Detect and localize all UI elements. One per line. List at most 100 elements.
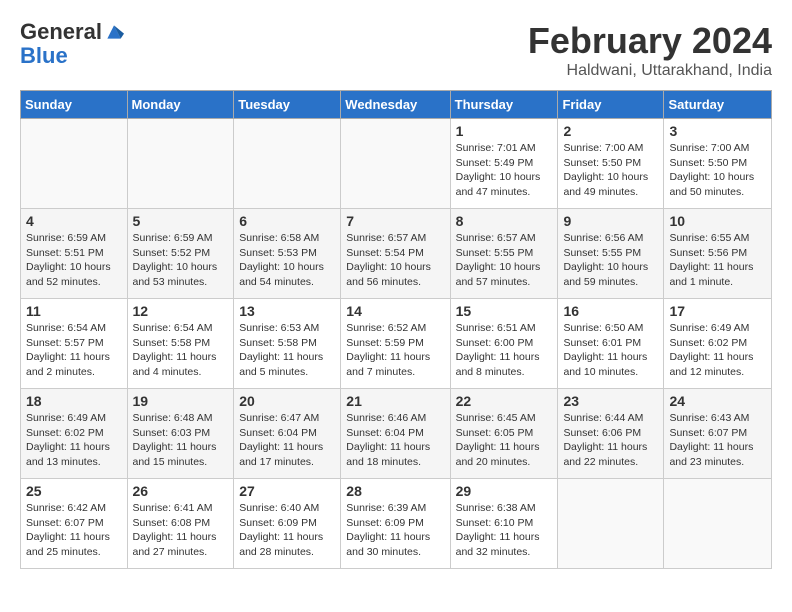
day-detail: Sunrise: 6:53 AMSunset: 5:58 PMDaylight:…: [239, 321, 335, 380]
calendar-cell: 8 Sunrise: 6:57 AMSunset: 5:55 PMDaylight…: [450, 209, 558, 299]
calendar-cell: [127, 119, 234, 209]
day-detail: Sunrise: 7:00 AMSunset: 5:50 PMDaylight:…: [563, 141, 658, 200]
day-detail: Sunrise: 6:52 AMSunset: 5:59 PMDaylight:…: [346, 321, 444, 380]
calendar-cell: 28 Sunrise: 6:39 AMSunset: 6:09 PMDayligh…: [341, 479, 450, 569]
month-title: February 2024: [528, 20, 772, 62]
day-detail: Sunrise: 6:46 AMSunset: 6:04 PMDaylight:…: [346, 411, 444, 470]
day-detail: Sunrise: 6:54 AMSunset: 5:58 PMDaylight:…: [133, 321, 229, 380]
calendar-cell: 20 Sunrise: 6:47 AMSunset: 6:04 PMDayligh…: [234, 389, 341, 479]
calendar-cell: 26 Sunrise: 6:41 AMSunset: 6:08 PMDayligh…: [127, 479, 234, 569]
calendar-week-2: 4Sunrise: 6:59 AMSunset: 5:51 PMDaylight…: [21, 209, 772, 299]
page-header: General Blue February 2024 Haldwani, Utt…: [20, 20, 772, 80]
calendar-week-1: 1Sunrise: 7:01 AMSunset: 5:49 PMDaylight…: [21, 119, 772, 209]
day-number: 19: [133, 393, 229, 409]
calendar-cell: 27 Sunrise: 6:40 AMSunset: 6:09 PMDayligh…: [234, 479, 341, 569]
header-wednesday: Wednesday: [341, 91, 450, 119]
calendar-cell: 7 Sunrise: 6:57 AMSunset: 5:54 PMDaylight…: [341, 209, 450, 299]
day-number: 26: [133, 483, 229, 499]
logo-blue-text: Blue: [20, 44, 128, 68]
calendar-cell: 14Sunrise: 6:52 AMSunset: 5:59 PMDayligh…: [341, 299, 450, 389]
calendar-cell: [234, 119, 341, 209]
day-number: 20: [239, 393, 335, 409]
day-number: 11: [26, 303, 122, 319]
day-number: 3: [669, 123, 766, 139]
calendar-cell: 17 Sunrise: 6:49 AMSunset: 6:02 PMDayligh…: [664, 299, 772, 389]
day-number: 17: [669, 303, 766, 319]
header-tuesday: Tuesday: [234, 91, 341, 119]
calendar-cell: 9Sunrise: 6:56 AMSunset: 5:55 PMDaylight…: [558, 209, 664, 299]
day-number: 22: [456, 393, 553, 409]
day-detail: Sunrise: 6:43 AMSunset: 6:07 PMDaylight:…: [669, 411, 766, 470]
calendar-cell: 3 Sunrise: 7:00 AMSunset: 5:50 PMDaylight…: [664, 119, 772, 209]
calendar-header-row: SundayMondayTuesdayWednesdayThursdayFrid…: [21, 91, 772, 119]
day-detail: Sunrise: 6:57 AMSunset: 5:54 PMDaylight:…: [346, 231, 444, 290]
calendar-cell: 10 Sunrise: 6:55 AMSunset: 5:56 PMDayligh…: [664, 209, 772, 299]
day-detail: Sunrise: 6:57 AMSunset: 5:55 PMDaylight:…: [456, 231, 553, 290]
day-number: 2: [563, 123, 658, 139]
calendar-cell: 16 Sunrise: 6:50 AMSunset: 6:01 PMDayligh…: [558, 299, 664, 389]
day-detail: Sunrise: 6:59 AMSunset: 5:52 PMDaylight:…: [133, 231, 229, 290]
logo-icon: [104, 22, 124, 42]
calendar-cell: 15 Sunrise: 6:51 AMSunset: 6:00 PMDayligh…: [450, 299, 558, 389]
day-number: 5: [133, 213, 229, 229]
day-detail: Sunrise: 6:59 AMSunset: 5:51 PMDaylight:…: [26, 231, 122, 290]
header-sunday: Sunday: [21, 91, 128, 119]
calendar-cell: 19 Sunrise: 6:48 AMSunset: 6:03 PMDayligh…: [127, 389, 234, 479]
day-detail: Sunrise: 6:50 AMSunset: 6:01 PMDaylight:…: [563, 321, 658, 380]
day-number: 28: [346, 483, 444, 499]
day-number: 12: [133, 303, 229, 319]
day-detail: Sunrise: 6:47 AMSunset: 6:04 PMDaylight:…: [239, 411, 335, 470]
day-detail: Sunrise: 6:40 AMSunset: 6:09 PMDaylight:…: [239, 501, 335, 560]
day-number: 29: [456, 483, 553, 499]
day-number: 1: [456, 123, 553, 139]
day-detail: Sunrise: 6:58 AMSunset: 5:53 PMDaylight:…: [239, 231, 335, 290]
calendar-cell: [664, 479, 772, 569]
calendar-week-4: 18 Sunrise: 6:49 AMSunset: 6:02 PMDayligh…: [21, 389, 772, 479]
calendar-cell: 2 Sunrise: 7:00 AMSunset: 5:50 PMDaylight…: [558, 119, 664, 209]
day-detail: Sunrise: 7:00 AMSunset: 5:50 PMDaylight:…: [669, 141, 766, 200]
day-number: 10: [669, 213, 766, 229]
day-detail: Sunrise: 6:51 AMSunset: 6:00 PMDaylight:…: [456, 321, 553, 380]
day-detail: Sunrise: 6:39 AMSunset: 6:09 PMDaylight:…: [346, 501, 444, 560]
day-detail: Sunrise: 6:56 AMSunset: 5:55 PMDaylight:…: [563, 231, 658, 290]
day-number: 13: [239, 303, 335, 319]
day-detail: Sunrise: 6:41 AMSunset: 6:08 PMDaylight:…: [133, 501, 229, 560]
calendar-cell: 6 Sunrise: 6:58 AMSunset: 5:53 PMDaylight…: [234, 209, 341, 299]
title-block: February 2024 Haldwani, Uttarakhand, Ind…: [528, 20, 772, 80]
calendar-week-3: 11 Sunrise: 6:54 AMSunset: 5:57 PMDayligh…: [21, 299, 772, 389]
day-detail: Sunrise: 6:48 AMSunset: 6:03 PMDaylight:…: [133, 411, 229, 470]
header-monday: Monday: [127, 91, 234, 119]
day-number: 15: [456, 303, 553, 319]
day-detail: Sunrise: 6:45 AMSunset: 6:05 PMDaylight:…: [456, 411, 553, 470]
calendar-week-5: 25Sunrise: 6:42 AMSunset: 6:07 PMDayligh…: [21, 479, 772, 569]
calendar-table: SundayMondayTuesdayWednesdayThursdayFrid…: [20, 90, 772, 569]
day-number: 27: [239, 483, 335, 499]
header-saturday: Saturday: [664, 91, 772, 119]
calendar-cell: [341, 119, 450, 209]
calendar-cell: [21, 119, 128, 209]
day-number: 18: [26, 393, 122, 409]
day-detail: Sunrise: 6:49 AMSunset: 6:02 PMDaylight:…: [669, 321, 766, 380]
header-friday: Friday: [558, 91, 664, 119]
day-number: 23: [563, 393, 658, 409]
day-number: 16: [563, 303, 658, 319]
day-number: 6: [239, 213, 335, 229]
logo: General Blue: [20, 20, 128, 68]
calendar-cell: 4Sunrise: 6:59 AMSunset: 5:51 PMDaylight…: [21, 209, 128, 299]
calendar-cell: 13 Sunrise: 6:53 AMSunset: 5:58 PMDayligh…: [234, 299, 341, 389]
day-number: 21: [346, 393, 444, 409]
calendar-cell: [558, 479, 664, 569]
day-detail: Sunrise: 6:44 AMSunset: 6:06 PMDaylight:…: [563, 411, 658, 470]
calendar-cell: 21 Sunrise: 6:46 AMSunset: 6:04 PMDayligh…: [341, 389, 450, 479]
calendar-cell: 11 Sunrise: 6:54 AMSunset: 5:57 PMDayligh…: [21, 299, 128, 389]
calendar-cell: 29Sunrise: 6:38 AMSunset: 6:10 PMDayligh…: [450, 479, 558, 569]
day-detail: Sunrise: 6:42 AMSunset: 6:07 PMDaylight:…: [26, 501, 122, 560]
calendar-cell: 25Sunrise: 6:42 AMSunset: 6:07 PMDayligh…: [21, 479, 128, 569]
day-detail: Sunrise: 6:54 AMSunset: 5:57 PMDaylight:…: [26, 321, 122, 380]
calendar-cell: 24Sunrise: 6:43 AMSunset: 6:07 PMDayligh…: [664, 389, 772, 479]
location-title: Haldwani, Uttarakhand, India: [528, 62, 772, 80]
day-detail: Sunrise: 6:55 AMSunset: 5:56 PMDaylight:…: [669, 231, 766, 290]
day-number: 7: [346, 213, 444, 229]
day-number: 8: [456, 213, 553, 229]
day-detail: Sunrise: 6:49 AMSunset: 6:02 PMDaylight:…: [26, 411, 122, 470]
